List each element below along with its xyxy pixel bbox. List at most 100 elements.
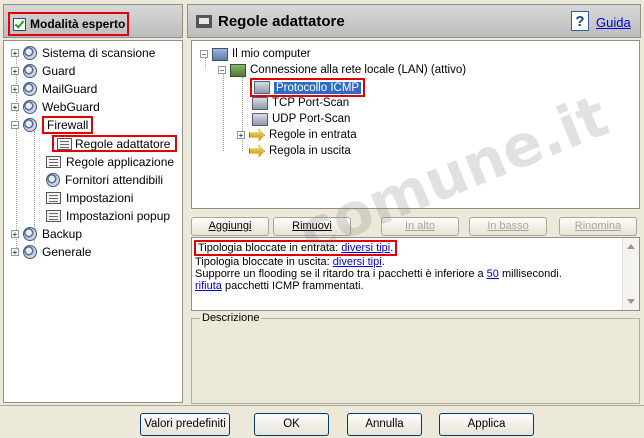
flooding-line: Supporre un flooding se il ritardo tra i… bbox=[195, 268, 562, 280]
rule-item-label: UDP Port-Scan bbox=[272, 113, 351, 125]
gear-icon bbox=[23, 81, 37, 96]
defaults-button[interactable]: Valori predefiniti bbox=[140, 413, 230, 436]
gear-icon bbox=[23, 99, 37, 114]
tree-item-label: Connessione alla rete locale (LAN) (atti… bbox=[250, 64, 467, 76]
tree-item-label: Fornitori attendibili bbox=[65, 172, 164, 187]
rule-item-label: TCP Port-Scan bbox=[272, 97, 350, 109]
description-group: Descrizione bbox=[191, 312, 640, 404]
vertical-scrollbar[interactable] bbox=[622, 238, 639, 310]
rule-item-label: Protocollo ICMP bbox=[274, 81, 362, 94]
tree-item-firewall[interactable]: − Firewall bbox=[11, 115, 94, 134]
scroll-down-icon[interactable] bbox=[627, 299, 635, 304]
tree-item-label: Regole applicazione bbox=[66, 154, 175, 169]
gear-icon bbox=[23, 45, 37, 60]
rule-icon bbox=[252, 112, 268, 126]
apply-button[interactable]: Applica bbox=[439, 413, 534, 436]
inbound-types-link[interactable]: diversi tipi bbox=[341, 242, 390, 254]
gear-icon bbox=[23, 117, 37, 132]
help-link[interactable]: Guida bbox=[596, 15, 631, 30]
flooding-delay-link[interactable]: 50 bbox=[487, 268, 499, 280]
outbound-types-period: . bbox=[381, 256, 385, 268]
network-icon bbox=[230, 63, 246, 77]
outbound-types-line: Tipologia bloccate in uscita: diversi ti… bbox=[195, 256, 385, 268]
help-icon[interactable]: ? bbox=[571, 11, 589, 31]
tree-item-label: Regole adattatore bbox=[75, 136, 171, 151]
expert-mode-toggle[interactable]: Modalità esperto bbox=[8, 12, 129, 36]
tree-item-label: Sistema di scansione bbox=[42, 45, 156, 60]
tree-item-impostazioni[interactable]: Impostazioni bbox=[46, 189, 133, 206]
flooding-unit-text: millisecondi. bbox=[498, 268, 562, 280]
ok-button[interactable]: OK bbox=[254, 413, 329, 436]
cancel-button[interactable]: Annulla bbox=[347, 413, 422, 436]
application-rules-icon bbox=[46, 155, 61, 168]
tree-item-label: Firewall bbox=[42, 115, 94, 134]
tree-item-label: Generale bbox=[42, 244, 92, 259]
tree-item-regole-applicazione[interactable]: Regole applicazione bbox=[46, 153, 174, 170]
adapter-rules-icon bbox=[57, 137, 72, 150]
inbound-arrow-icon bbox=[249, 128, 265, 142]
expand-icon[interactable]: + bbox=[11, 229, 19, 238]
tree-item-fornitori-attendibili[interactable]: Fornitori attendibili bbox=[46, 171, 163, 188]
inbound-types-text: Tipologia bloccate in entrata: bbox=[198, 242, 342, 254]
rule-item-udp-portscan[interactable]: UDP Port-Scan bbox=[252, 111, 350, 127]
expand-icon[interactable]: + bbox=[11, 102, 19, 111]
tree-item-webguard[interactable]: + WebGuard bbox=[11, 98, 100, 115]
move-up-button[interactable]: In alto bbox=[381, 217, 459, 236]
gear-icon bbox=[23, 226, 37, 241]
tree-item-label: Il mio computer bbox=[232, 48, 311, 60]
rule-icon bbox=[252, 96, 268, 110]
tree-item-impostazioni-popup[interactable]: Impostazioni popup bbox=[46, 207, 170, 224]
move-down-button[interactable]: In basso bbox=[469, 217, 547, 236]
collapse-icon[interactable]: − bbox=[200, 50, 208, 59]
collapse-icon[interactable]: − bbox=[218, 66, 226, 75]
collapse-icon[interactable]: − bbox=[11, 120, 19, 129]
tree-item-sistema-di-scansione[interactable]: + Sistema di scansione bbox=[11, 44, 155, 61]
tree-item-my-computer[interactable]: − Il mio computer bbox=[200, 46, 311, 62]
rename-button[interactable]: Rinomina bbox=[559, 217, 637, 236]
expand-icon[interactable]: + bbox=[11, 84, 19, 93]
fragmented-text: pacchetti ICMP frammentati. bbox=[221, 280, 364, 292]
expand-icon[interactable]: + bbox=[11, 66, 19, 75]
expert-mode-label: Modalità esperto bbox=[30, 17, 126, 31]
outbound-types-text: Tipologia bloccate in uscita: bbox=[195, 256, 333, 268]
tree-item-generale[interactable]: + Generale bbox=[11, 243, 91, 260]
inbound-types-line: Tipologia bloccate in entrata: diversi t… bbox=[194, 240, 398, 256]
gear-icon bbox=[46, 172, 60, 187]
expert-mode-checkbox[interactable] bbox=[13, 17, 26, 31]
tree-item-mailguard[interactable]: + MailGuard bbox=[11, 80, 97, 97]
rule-item-outbound[interactable]: Regola in uscita bbox=[249, 143, 351, 159]
tree-item-label: MailGuard bbox=[42, 81, 98, 96]
tree-item-label: Guard bbox=[42, 63, 76, 78]
expand-icon[interactable]: + bbox=[237, 131, 245, 140]
tree-item-backup[interactable]: + Backup bbox=[11, 225, 82, 242]
outbound-arrow-icon bbox=[249, 144, 265, 158]
add-button[interactable]: Aggiungi bbox=[191, 217, 269, 236]
rule-item-inbound[interactable]: + Regole in entrata bbox=[237, 127, 357, 143]
tree-item-lan-connection[interactable]: − Connessione alla rete locale (LAN) (at… bbox=[218, 62, 466, 78]
rule-details-panel: Tipologia bloccate in entrata: diversi t… bbox=[191, 237, 640, 311]
expand-icon[interactable]: + bbox=[11, 247, 19, 256]
outbound-types-link[interactable]: diversi tipi bbox=[333, 256, 382, 268]
gear-icon bbox=[23, 63, 37, 78]
footer-divider bbox=[0, 405, 644, 406]
tree-item-label: Impostazioni popup bbox=[66, 208, 171, 223]
inbound-types-period: . bbox=[390, 242, 394, 254]
rule-item-tcp-portscan[interactable]: TCP Port-Scan bbox=[252, 95, 349, 111]
computer-icon bbox=[212, 47, 228, 61]
tree-item-guard[interactable]: + Guard bbox=[11, 62, 75, 79]
rule-tree[interactable]: − Il mio computer − Connessione alla ret… bbox=[191, 40, 640, 209]
fragmented-action-link[interactable]: rifiuta bbox=[195, 280, 222, 292]
adapter-icon bbox=[196, 15, 212, 28]
app-window: Modalità esperto + Sistema di scansione … bbox=[0, 0, 644, 438]
config-tree[interactable]: + Sistema di scansione + Guard + MailGua… bbox=[3, 40, 183, 403]
tree-item-regole-adattatore[interactable]: Regole adattatore bbox=[52, 135, 177, 152]
description-label: Descrizione bbox=[200, 312, 262, 324]
scroll-up-icon[interactable] bbox=[627, 244, 635, 249]
remove-button[interactable]: Rimuovi bbox=[273, 217, 351, 236]
popup-settings-icon bbox=[46, 209, 61, 222]
flooding-text: Supporre un flooding se il ritardo tra i… bbox=[195, 268, 487, 280]
rule-icon bbox=[254, 81, 270, 94]
tree-item-label: Backup bbox=[42, 226, 83, 241]
fragmented-line: rifiuta pacchetti ICMP frammentati. bbox=[195, 280, 364, 292]
expand-icon[interactable]: + bbox=[11, 48, 19, 57]
